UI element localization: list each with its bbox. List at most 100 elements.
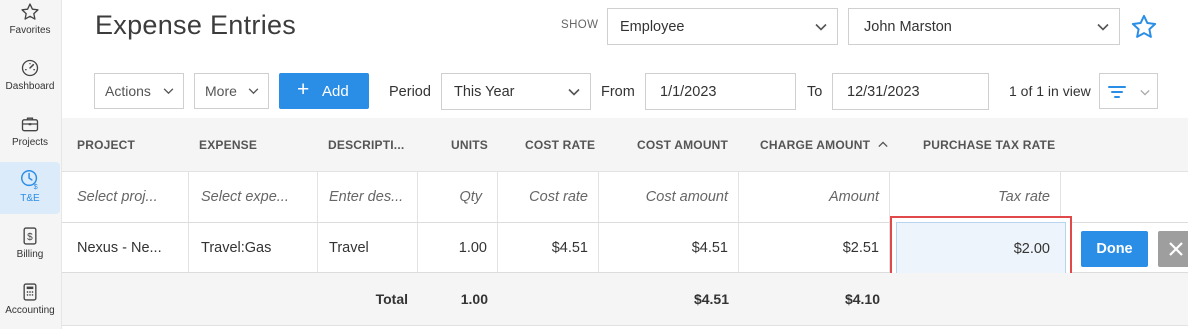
project-cell[interactable]: Nexus - Ne... [62, 223, 189, 272]
total-cost-amount-cell: $4.51 [599, 273, 739, 325]
dollar-doc-icon: $ [23, 227, 37, 245]
chevron-down-icon [815, 23, 827, 31]
total-charge-amount: $4.10 [844, 291, 880, 307]
cost-rate-value: $4.51 [551, 239, 588, 256]
calculator-icon [23, 283, 37, 301]
project-filter-placeholder: Select proj... [77, 189, 158, 205]
add-button[interactable]: + Add [279, 73, 369, 109]
description-filter-input[interactable]: Enter des... [318, 172, 418, 222]
chevron-down-icon [248, 88, 259, 95]
expense-filter-placeholder: Select expe... [201, 189, 289, 205]
from-date-value: 1/1/2023 [660, 83, 717, 100]
cost-rate-filter-input[interactable]: Cost rate [498, 172, 599, 222]
period-label: Period [389, 84, 431, 100]
sidebar-item-billing[interactable]: $ Billing [0, 224, 60, 276]
chevron-down-icon [1097, 23, 1109, 31]
sidebar-item-label: Dashboard [5, 81, 55, 92]
period-value: This Year [454, 83, 515, 100]
actions-dropdown[interactable]: Actions [94, 73, 184, 109]
filter-options-dropdown[interactable] [1134, 73, 1158, 109]
employee-select[interactable]: John Marston [848, 8, 1120, 45]
column-header-charge-amount-label: CHARGE AMOUNT [760, 138, 871, 152]
column-header-cost-rate[interactable]: COST RATE [525, 138, 595, 152]
svg-text:$: $ [34, 182, 38, 190]
sidebar-item-dashboard[interactable]: Dashboard [0, 56, 60, 108]
sidebar-item-label: Projects [11, 137, 49, 148]
sidebar-item-favorites[interactable]: Favorites [0, 0, 60, 52]
favorite-star-icon[interactable] [1130, 13, 1158, 41]
units-filter-input[interactable]: Qty [418, 172, 498, 222]
close-icon [1169, 242, 1183, 256]
total-units: 1.00 [460, 291, 488, 307]
cost-amount-cell[interactable]: $4.51 [599, 223, 739, 272]
column-header-expense[interactable]: EXPENSE [199, 138, 257, 152]
description-filter-placeholder: Enter des... [329, 189, 404, 205]
tax-rate-filter-input[interactable]: Tax rate [890, 172, 1061, 222]
charge-amount-filter-input[interactable]: Amount [739, 172, 890, 222]
total-label-cell: Total [318, 273, 418, 325]
total-row: Total 1.00 $4.51 $4.10 [62, 273, 1188, 326]
clock-dollar-icon: $ [21, 170, 38, 190]
gauge-icon [21, 59, 39, 77]
sidebar-item-label: T&E [20, 193, 40, 204]
add-label: Add [322, 83, 349, 100]
units-value: 1.00 [458, 239, 487, 256]
filter-lines-icon [1108, 86, 1126, 98]
expense-value: Travel:Gas [201, 239, 272, 256]
total-label: Total [375, 291, 408, 307]
done-button[interactable]: Done [1081, 231, 1148, 267]
star-icon [21, 3, 39, 20]
expense-filter-input[interactable]: Select expe... [189, 172, 318, 222]
sidebar-item-label: Billing [16, 249, 44, 260]
sidebar-item-label: Accounting [5, 305, 55, 316]
cost-amount-value: $4.51 [691, 239, 728, 256]
sort-ascending-icon [878, 141, 888, 148]
sidebar-item-t-and-e[interactable]: $ T&E [0, 162, 60, 214]
page-title: Expense Entries [95, 10, 297, 40]
column-header-cost-amount[interactable]: COST AMOUNT [637, 138, 728, 152]
sidebar-item-projects[interactable]: Projects [0, 112, 60, 164]
total-cost-amount: $4.51 [693, 291, 729, 307]
from-date-input[interactable]: 1/1/2023 [645, 73, 796, 110]
tax-rate-filter-placeholder: Tax rate [998, 189, 1050, 205]
cost-amount-filter-input[interactable]: Cost amount [599, 172, 739, 222]
briefcase-icon [21, 117, 39, 132]
chevron-down-icon [568, 88, 580, 96]
grid-header: PROJECT EXPENSE DESCRIPTI... UNITS COST … [62, 118, 1188, 172]
sidebar-item-accounting[interactable]: Accounting [0, 280, 60, 329]
to-label: To [807, 84, 823, 100]
project-filter-input[interactable]: Select proj... [62, 172, 189, 222]
column-header-charge-amount[interactable]: CHARGE AMOUNT [760, 138, 888, 152]
to-date-input[interactable]: 12/31/2023 [832, 73, 989, 110]
description-value: Travel [329, 239, 369, 256]
description-cell[interactable]: Travel [318, 223, 418, 272]
total-units-cell: 1.00 [418, 273, 498, 325]
tax-rate-edit-input[interactable]: $2.00 [890, 216, 1072, 281]
column-header-units[interactable]: UNITS [451, 138, 488, 152]
column-header-purchase-tax-rate[interactable]: PURCHASE TAX RATE [923, 138, 1055, 152]
units-filter-placeholder: Qty [459, 189, 482, 205]
project-value: Nexus - Ne... [77, 239, 162, 256]
show-type-select[interactable]: Employee [607, 8, 838, 45]
filter-button[interactable] [1099, 73, 1135, 109]
column-header-project[interactable]: PROJECT [77, 138, 135, 152]
expense-cell[interactable]: Travel:Gas [189, 223, 318, 272]
chevron-down-icon [163, 88, 174, 95]
from-label: From [601, 84, 635, 100]
period-select[interactable]: This Year [441, 73, 591, 110]
cost-rate-cell[interactable]: $4.51 [498, 223, 599, 272]
units-cell[interactable]: 1.00 [418, 223, 498, 272]
charge-amount-cell[interactable]: $2.51 [739, 223, 890, 272]
cancel-edit-button[interactable] [1158, 231, 1188, 267]
more-label: More [205, 83, 237, 99]
total-charge-amount-cell: $4.10 [739, 273, 890, 325]
show-type-value: Employee [620, 18, 685, 35]
cost-amount-filter-placeholder: Cost amount [645, 189, 728, 205]
sidebar: Favorites Dashboard Projects $ T&E $ Bil… [0, 0, 62, 329]
in-view-count: 1 of 1 in view [1009, 83, 1091, 99]
svg-text:$: $ [27, 232, 33, 243]
cost-rate-filter-placeholder: Cost rate [529, 189, 588, 205]
tax-rate-edit-value: $2.00 [1013, 240, 1050, 257]
more-dropdown[interactable]: More [194, 73, 269, 109]
column-header-description[interactable]: DESCRIPTI... [328, 138, 404, 152]
